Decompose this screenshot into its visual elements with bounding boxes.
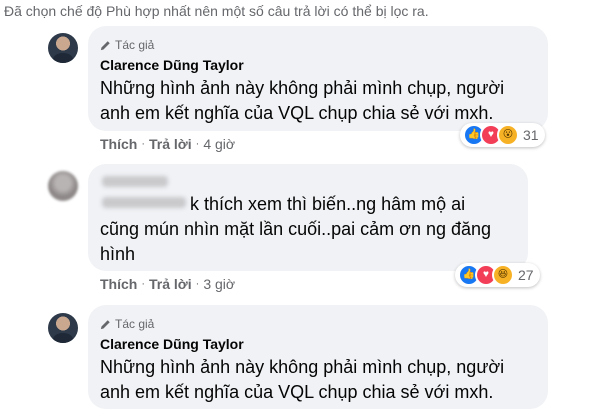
separator-dot: · (141, 138, 146, 150)
avatar[interactable] (48, 171, 78, 201)
comment-actions: Thích · Trả lời · 3 giờ (100, 276, 235, 292)
comment-text-line: k thích xem thì biến..ng hâm mộ ai (190, 194, 466, 214)
comment-bubble: Tác giả Clarence Dũng Taylor Những hình … (88, 305, 548, 409)
blurred-name (102, 197, 186, 208)
comment-actions: Thích · Trả lời · 4 giờ (100, 136, 235, 152)
author-badge-label: Tác giả (115, 317, 155, 331)
comment-text-line: hình (100, 244, 136, 264)
comment-text-line: Những hình ảnh này không phải mình chụp,… (100, 78, 505, 98)
comment-text-line: anh em kết nghĩa của VQL chụp chia sẻ vớ… (100, 382, 494, 402)
comment-text-line: Những hình ảnh này không phải mình chụp,… (100, 357, 505, 377)
blurred-name (102, 176, 168, 187)
separator-dot: · (141, 278, 146, 290)
comment-bubble: Tác giả Clarence Dũng Taylor Những hình … (88, 26, 548, 131)
reply-button[interactable]: Trả lời (149, 276, 192, 292)
reaction-summary[interactable]: 👍 ♥ 😮 31 (460, 123, 545, 147)
author-badge: Tác giả (100, 38, 154, 52)
haha-icon: 😆 (492, 264, 514, 286)
timestamp[interactable]: 3 giờ (203, 276, 235, 292)
comments-section: Đã chọn chế độ Phù hợp nhất nên một số c… (0, 0, 600, 411)
like-button[interactable]: Thích (100, 136, 137, 152)
wow-icon: 😮 (497, 124, 519, 146)
filter-note: Đã chọn chế độ Phù hợp nhất nên một số c… (4, 3, 429, 19)
separator-dot: · (195, 138, 200, 150)
pencil-icon (100, 40, 111, 51)
reply-button[interactable]: Trả lời (149, 136, 192, 152)
like-button[interactable]: Thích (100, 276, 137, 292)
comment-text-line: cũng mún nhìn mặt lần cuối..pai cảm ơn n… (100, 219, 492, 239)
author-badge-label: Tác giả (115, 38, 155, 52)
comment-bubble: k thích xem thì biến..ng hâm mộ ai cũng … (88, 164, 528, 271)
separator-dot: · (195, 278, 200, 290)
reaction-summary[interactable]: 👍 ♥ 😆 27 (455, 263, 540, 287)
author-badge: Tác giả (100, 317, 154, 331)
timestamp[interactable]: 4 giờ (203, 136, 235, 152)
comment-text-line: anh em kết nghĩa của VQL chụp chia sẻ vớ… (100, 103, 494, 123)
reaction-count: 27 (518, 267, 534, 283)
avatar[interactable] (48, 313, 78, 343)
pencil-icon (100, 319, 111, 330)
commenter-name[interactable]: Clarence Dũng Taylor (100, 336, 244, 352)
avatar[interactable] (48, 33, 78, 63)
reaction-count: 31 (523, 127, 539, 143)
commenter-name[interactable]: Clarence Dũng Taylor (100, 57, 244, 73)
